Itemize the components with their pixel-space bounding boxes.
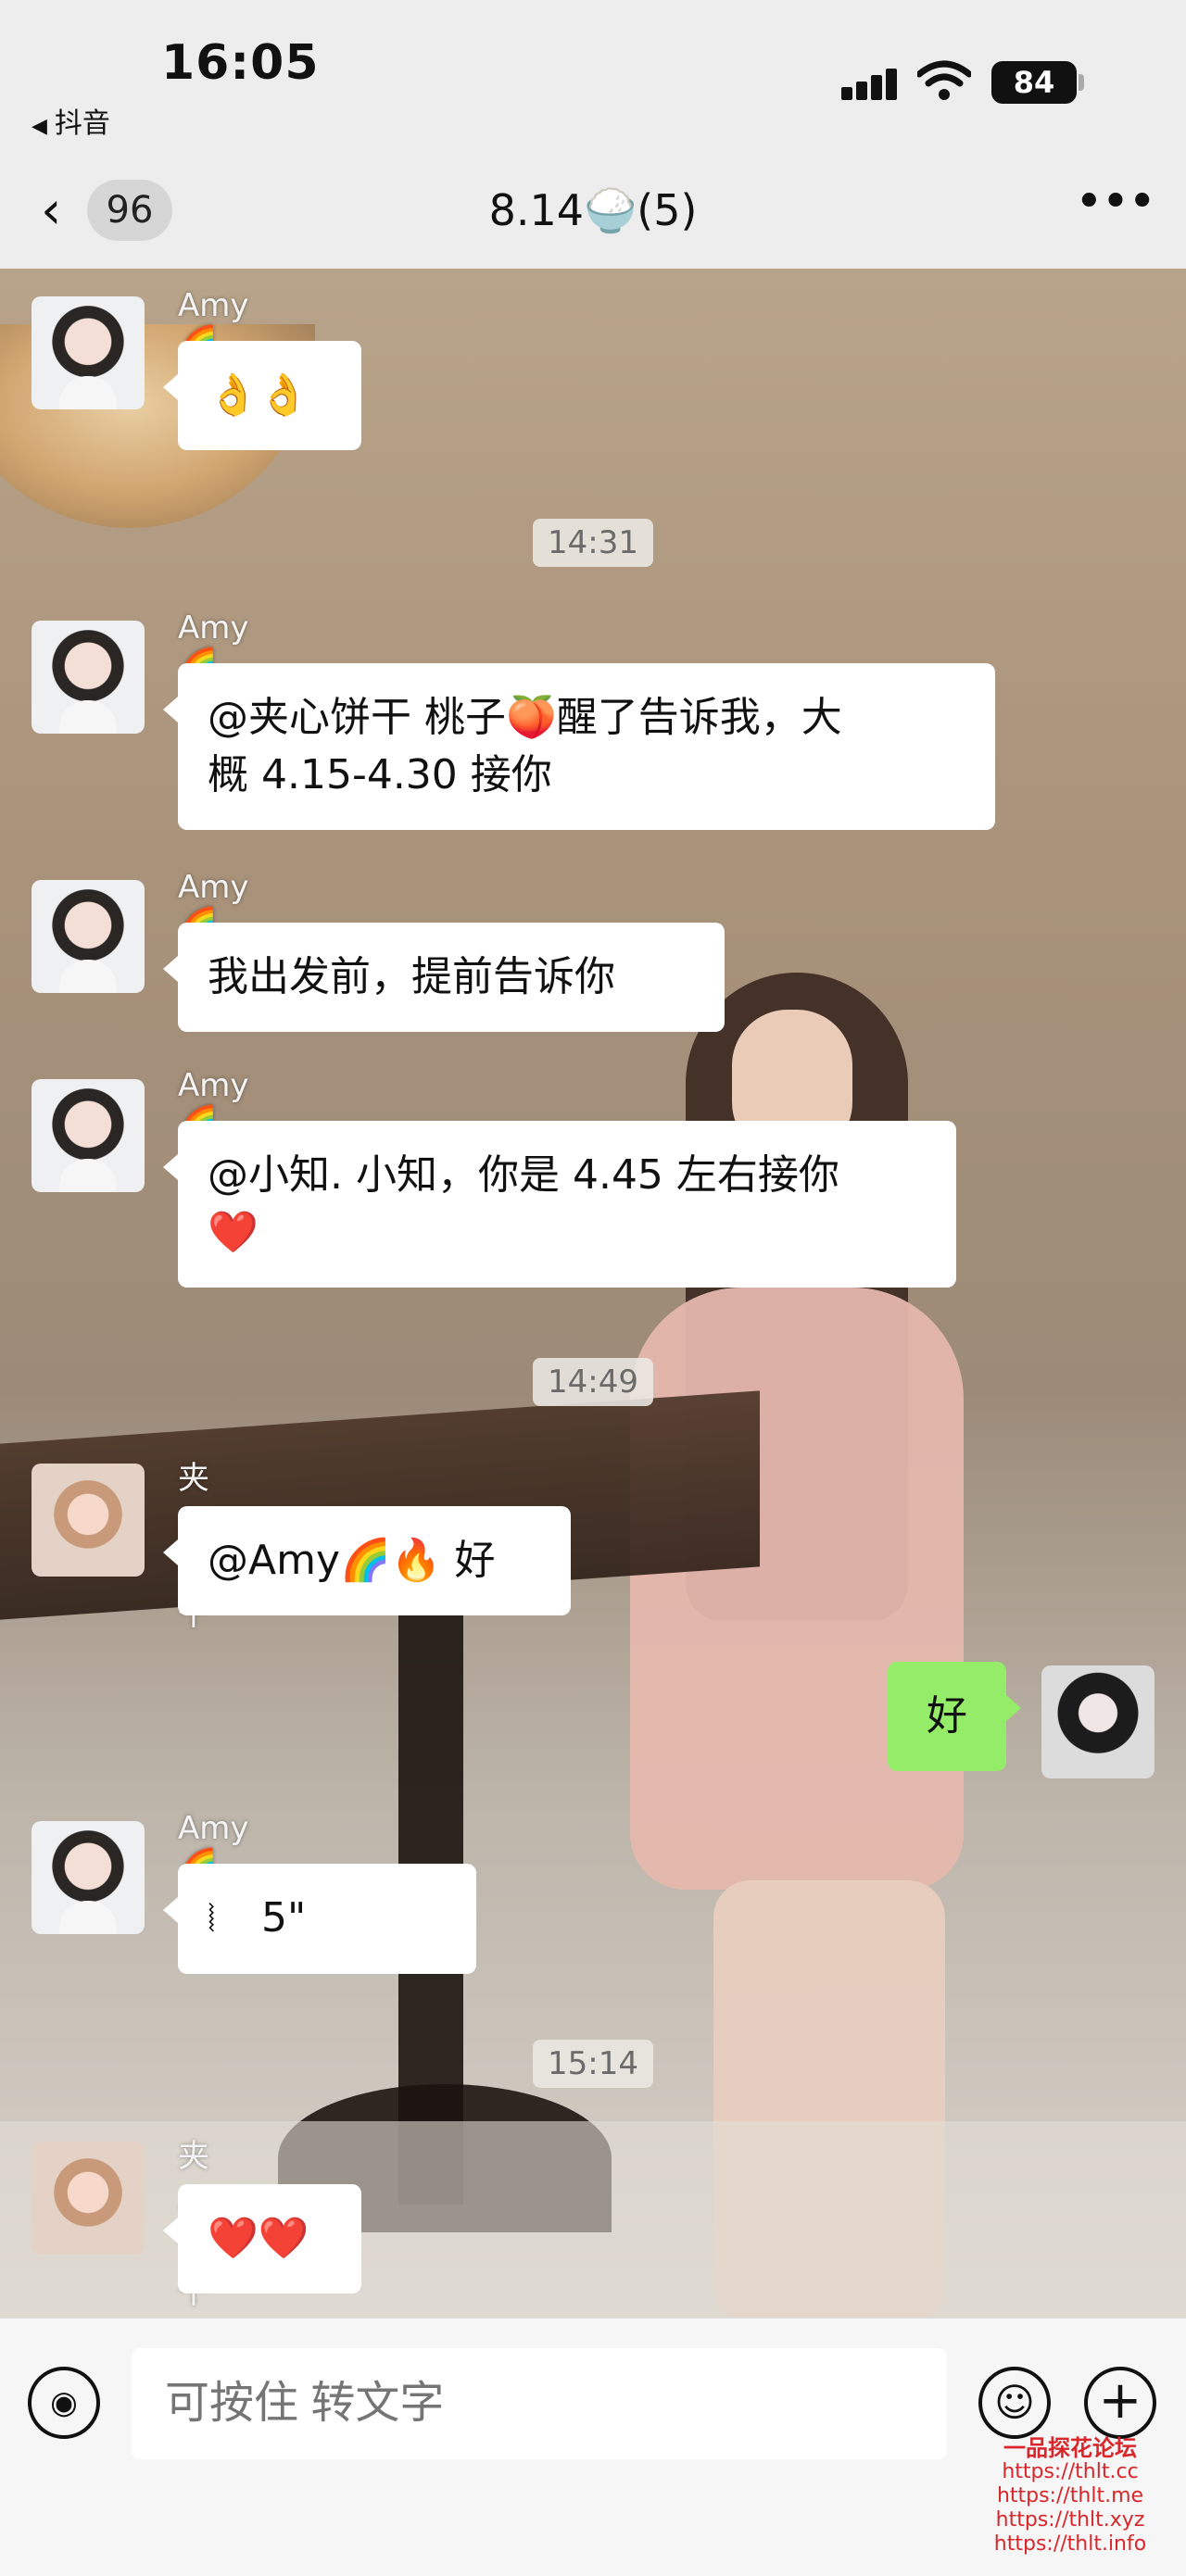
wifi-icon — [917, 60, 971, 100]
watermark-line: https://thlt.cc — [1002, 2460, 1139, 2483]
back-triangle-icon: ◀ — [32, 115, 47, 138]
timestamp: 15:14 — [0, 2040, 1186, 2088]
avatar[interactable] — [32, 1821, 145, 1934]
message-bubble[interactable]: @小知. 小知，你是 4.45 左右接你 ❤️ — [163, 1121, 956, 1288]
battery-cap — [1079, 74, 1084, 91]
chat-header: 8.14🍚(5) ‹ 96 ••• — [0, 157, 1186, 269]
back-app-label: 抖音 — [54, 107, 110, 140]
more-dots-icon[interactable]: ••• — [1075, 178, 1156, 237]
status-time: 16:05 — [161, 35, 320, 91]
smiley-icon[interactable]: ☺ — [978, 2367, 1051, 2439]
cellular-signal-icon — [841, 67, 901, 100]
plus-icon[interactable]: + — [1084, 2367, 1156, 2439]
avatar[interactable] — [32, 296, 145, 409]
voice-message-bubble[interactable]: ⦚ 5" — [163, 1864, 476, 1974]
message-line: @夹心饼干 桃子🍑醒了告诉我，大 — [208, 694, 842, 741]
avatar[interactable] — [32, 2142, 145, 2255]
avatar[interactable] — [32, 621, 145, 734]
message-bubble[interactable]: @Amy🌈🔥 好 — [163, 1506, 571, 1615]
message-bubble[interactable]: 👌👌 — [163, 341, 361, 450]
avatar[interactable] — [32, 880, 145, 993]
avatar[interactable] — [32, 1464, 145, 1577]
watermark-line: https://thlt.xyz — [995, 2508, 1145, 2532]
avatar-self[interactable] — [1041, 1665, 1154, 1778]
message-line: @小知. 小知，你是 4.45 左右接你 — [208, 1151, 839, 1199]
voice-duration: 5" — [261, 1894, 307, 1941]
message-bubble[interactable]: 我出发前，提前告诉你 — [163, 923, 725, 1032]
watermark-line: https://thlt.me — [996, 2484, 1144, 2507]
message-bubble-self[interactable]: 好 — [888, 1662, 1021, 1771]
chevron-left-icon[interactable]: ‹ — [41, 185, 87, 241]
status-bar: 16:05 ◀ 抖音 84 — [0, 0, 1186, 157]
voice-wave-icon: ⦚ — [208, 1898, 216, 1941]
message-line: 概 4.15-4.30 接你 — [208, 751, 552, 798]
message-line: ❤️ — [208, 1209, 259, 1256]
watermark-line: https://thlt.info — [993, 2532, 1147, 2556]
battery-indicator: 84 — [991, 61, 1077, 104]
watermark-title: 一品探花论坛 — [1003, 2434, 1137, 2461]
unread-count-badge[interactable]: 96 — [87, 180, 172, 241]
chat-title: 8.14🍚(5) — [488, 185, 698, 235]
avatar[interactable] — [32, 1079, 145, 1192]
message-bubble[interactable]: @夹心饼干 桃子🍑醒了告诉我，大 概 4.15-4.30 接你 — [163, 663, 995, 830]
timestamp: 14:31 — [0, 519, 1186, 567]
chat-area[interactable]: Amy🌈🔥 👌👌 14:31 Amy🌈🔥 @夹心饼干 桃子🍑醒了告诉我，大 概 … — [0, 269, 1186, 2318]
message-input[interactable] — [132, 2348, 947, 2459]
watermark: 一品探花论坛 https://thlt.cc https://thlt.me h… — [964, 2436, 1177, 2557]
voice-wave-icon[interactable]: ◉ — [28, 2367, 100, 2439]
timestamp: 14:49 — [0, 1358, 1186, 1406]
message-bubble[interactable]: ❤️❤️ — [163, 2184, 361, 2293]
back-to-app-link[interactable]: ◀ 抖音 — [32, 100, 110, 141]
